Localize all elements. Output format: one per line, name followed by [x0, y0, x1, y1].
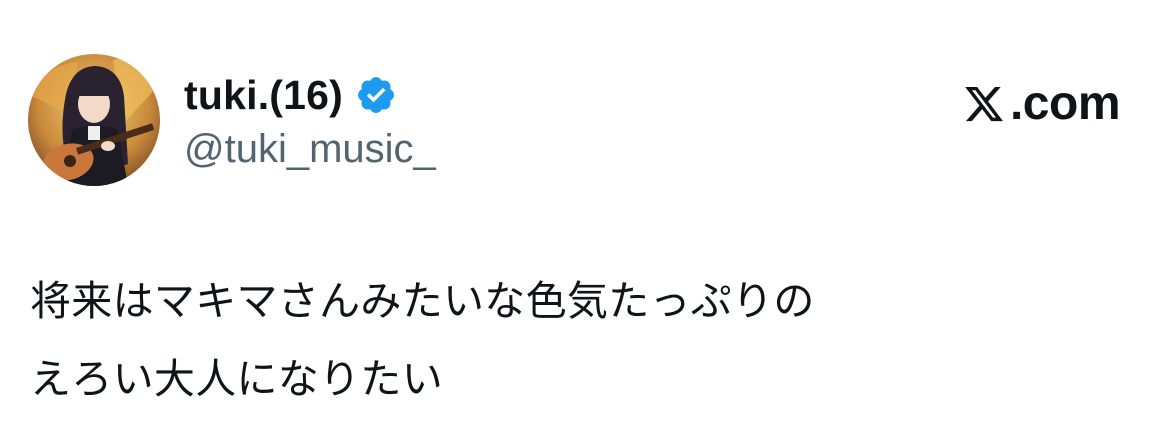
avatar-image: [28, 54, 160, 186]
verified-badge-icon: [358, 77, 394, 113]
avatar[interactable]: [28, 54, 160, 186]
author-display-name[interactable]: tuki.(16): [184, 70, 343, 120]
author-name-row: tuki.(16): [184, 70, 397, 120]
tweet-text: 将来はマキマさんみたいな色気たっぷりの えろい大人になりたい: [30, 262, 1140, 418]
brand-domain-text: .com: [1009, 77, 1121, 130]
author-handle[interactable]: @tuki_music_: [184, 124, 436, 174]
x-logo-icon: [965, 86, 1003, 122]
tweet-text-line-2: えろい大人になりたい: [30, 355, 443, 403]
tweet-text-line-1: 将来はマキマさんみたいな色気たっぷりの: [30, 277, 815, 325]
x-brand: .com: [962, 74, 1121, 134]
